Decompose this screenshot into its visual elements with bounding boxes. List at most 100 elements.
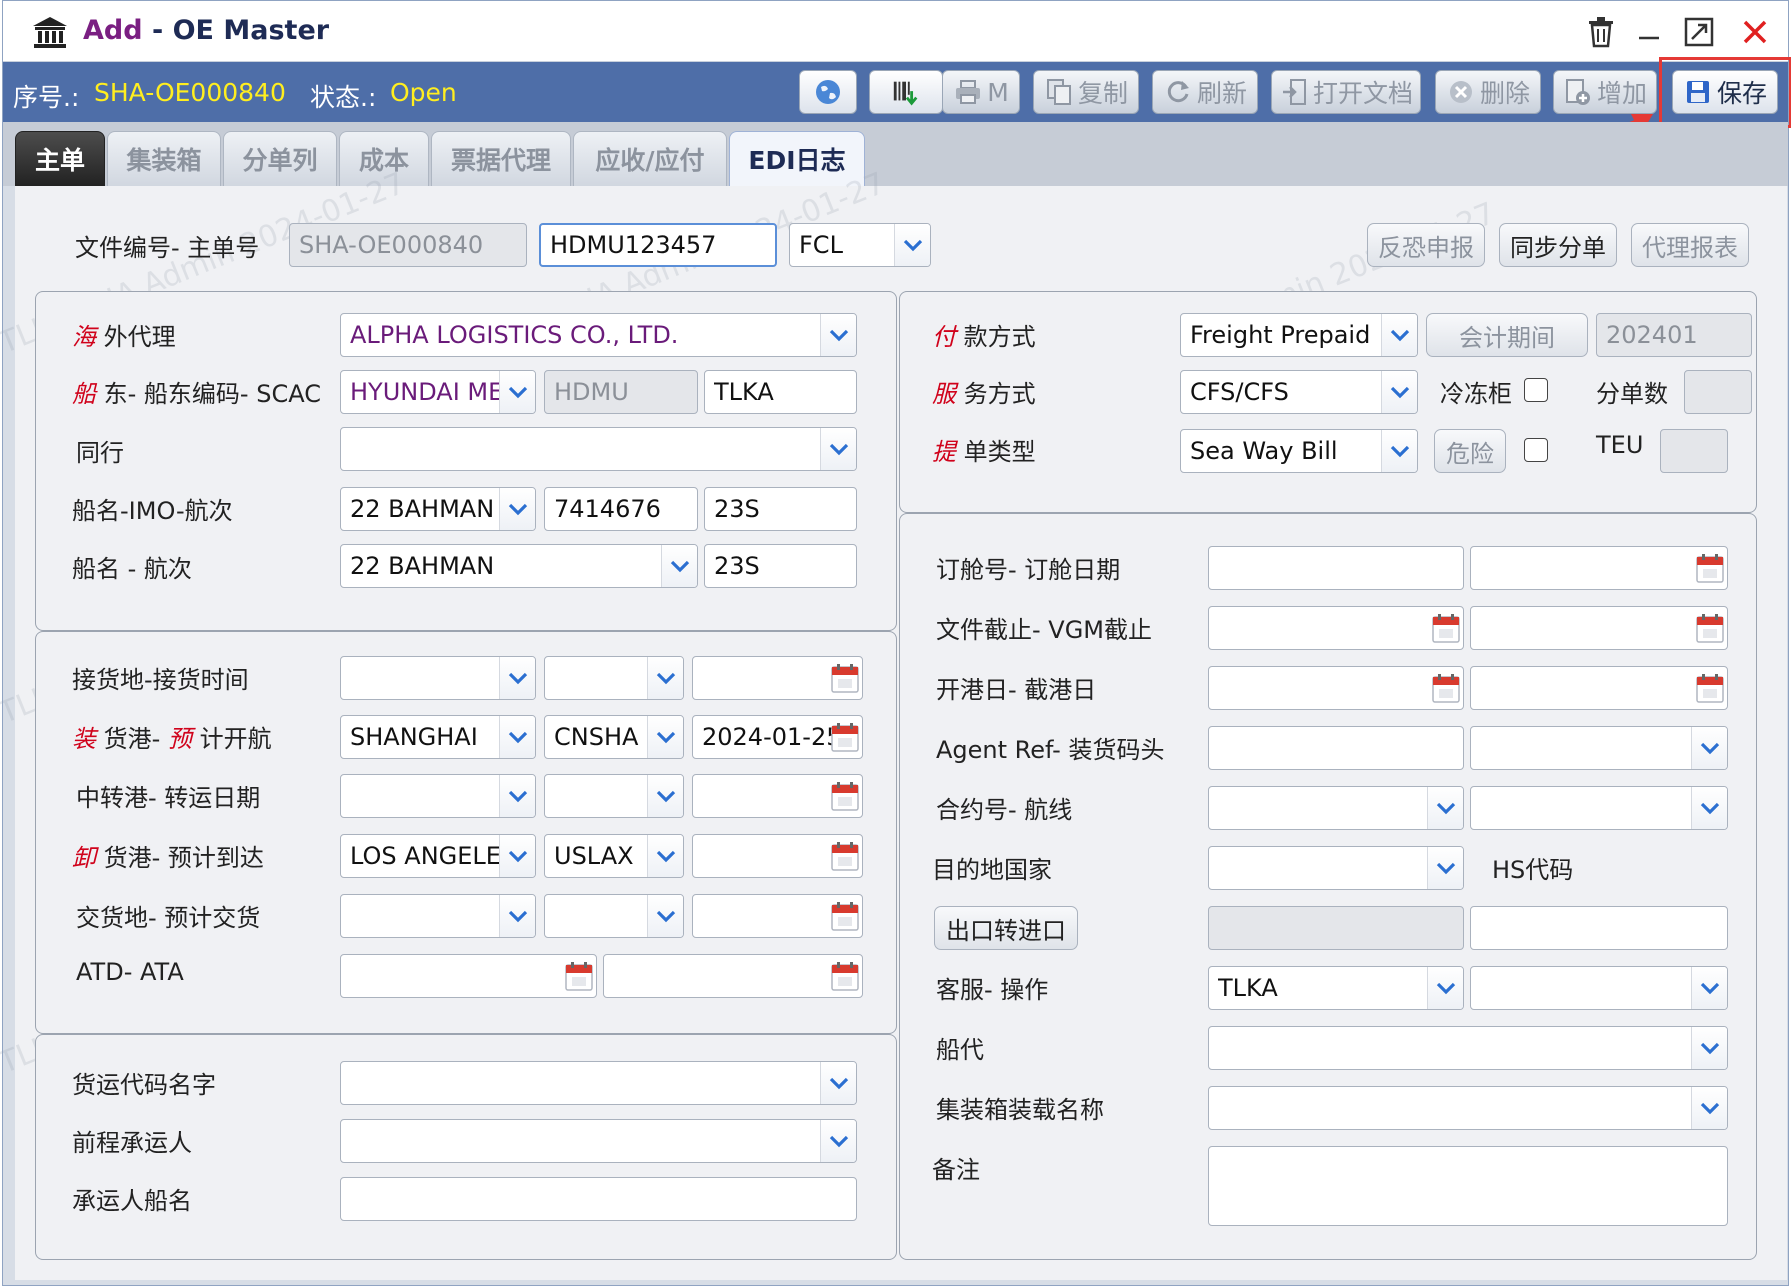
carrier-select[interactable]: HYUNDAI MERCHANT MARINE — [340, 370, 536, 414]
chevron-down-icon[interactable] — [647, 835, 683, 877]
tab-edi-log[interactable]: EDI日志 — [729, 131, 865, 186]
transship-port-select[interactable] — [340, 774, 536, 818]
delivery-date-input[interactable] — [692, 894, 863, 938]
calendar-icon[interactable] — [831, 722, 859, 752]
calendar-icon[interactable] — [831, 961, 859, 991]
calendar-icon[interactable] — [1432, 613, 1460, 643]
close-icon[interactable] — [1735, 13, 1775, 51]
discharge-code-select[interactable]: USLAX — [544, 834, 684, 878]
chevron-down-icon[interactable] — [647, 775, 683, 817]
chevron-down-icon[interactable] — [499, 371, 535, 413]
calendar-icon[interactable] — [1696, 553, 1724, 583]
operator-select[interactable] — [1470, 966, 1728, 1010]
chevron-down-icon[interactable] — [1427, 967, 1463, 1009]
port-close-input[interactable] — [1470, 666, 1728, 710]
transship-date-input[interactable] — [692, 774, 863, 818]
calendar-icon[interactable] — [1696, 613, 1724, 643]
tab-bill-agent[interactable]: 票据代理 — [431, 131, 571, 186]
copy-button[interactable]: 复制 — [1033, 70, 1139, 114]
agent-ref-input[interactable] — [1208, 726, 1464, 770]
vgm-cutoff-input[interactable] — [1470, 606, 1728, 650]
calendar-icon[interactable] — [831, 901, 859, 931]
chevron-down-icon[interactable] — [499, 895, 535, 937]
ship-agent-select[interactable] — [1208, 1026, 1728, 1070]
receipt-date-input[interactable] — [692, 656, 863, 700]
loading-terminal-select[interactable] — [1470, 726, 1728, 770]
vessel-select[interactable]: 22 BAHMAN — [340, 487, 536, 531]
bl-type-select[interactable]: Sea Way Bill — [1180, 429, 1418, 473]
calendar-icon[interactable] — [565, 961, 593, 991]
container-loading-select[interactable] — [1208, 1086, 1728, 1130]
tab-ar-ap[interactable]: 应收/应付 — [573, 131, 727, 186]
calendar-icon[interactable] — [831, 781, 859, 811]
chevron-down-icon[interactable] — [1691, 1027, 1727, 1069]
chevron-down-icon[interactable] — [499, 657, 535, 699]
voyage-input[interactable]: 23S — [704, 487, 857, 531]
chevron-down-icon[interactable] — [1691, 787, 1727, 829]
receipt-place-select[interactable] — [340, 656, 536, 700]
transship-code-select[interactable] — [544, 774, 684, 818]
hs-code-input[interactable] — [1470, 906, 1728, 950]
remarks-textarea[interactable] — [1208, 1146, 1728, 1226]
reefer-checkbox[interactable] — [1524, 378, 1548, 402]
chevron-down-icon[interactable] — [820, 1120, 856, 1162]
trash-icon[interactable] — [1581, 13, 1621, 51]
agent-report-button[interactable]: 代理报表 — [1631, 223, 1749, 267]
export-to-import-button[interactable]: 出口转进口 — [934, 906, 1078, 950]
chevron-down-icon[interactable] — [1381, 430, 1417, 472]
tab-containers[interactable]: 集装箱 — [107, 131, 221, 186]
scac-input[interactable]: TLKA — [704, 370, 857, 414]
anti-terror-button[interactable]: 反恐申报 — [1367, 223, 1485, 267]
dest-country-select[interactable] — [1208, 846, 1464, 890]
discharge-port-select[interactable]: LOS ANGELES — [340, 834, 536, 878]
chevron-down-icon[interactable] — [1381, 314, 1417, 356]
refresh-button[interactable]: 刷新 — [1152, 70, 1258, 114]
master-no-input[interactable]: HDMU123457 — [539, 223, 777, 267]
carrier-vessel-input[interactable] — [340, 1177, 857, 1221]
tab-cost[interactable]: 成本 — [339, 131, 429, 186]
chevron-down-icon[interactable] — [1691, 727, 1727, 769]
chevron-down-icon[interactable] — [820, 314, 856, 356]
chevron-down-icon[interactable] — [661, 545, 697, 587]
chevron-down-icon[interactable] — [1691, 967, 1727, 1009]
overseas-agent-select[interactable]: ALPHA LOGISTICS CO., LTD. — [340, 313, 857, 357]
calendar-icon[interactable] — [831, 841, 859, 871]
chevron-down-icon[interactable] — [894, 224, 930, 266]
export-button[interactable] — [869, 70, 943, 114]
chevron-down-icon[interactable] — [647, 657, 683, 699]
chevron-down-icon[interactable] — [499, 488, 535, 530]
web-button[interactable] — [799, 70, 857, 114]
delivery-place-select[interactable] — [340, 894, 536, 938]
chevron-down-icon[interactable] — [647, 716, 683, 758]
pre-carrier-select[interactable] — [340, 1119, 857, 1163]
vessel-name-select[interactable]: 22 BAHMAN — [340, 544, 698, 588]
tab-house-list[interactable]: 分单列 — [223, 131, 337, 186]
service-select[interactable]: CFS/CFS — [1180, 370, 1418, 414]
atd-input[interactable] — [340, 954, 597, 998]
sync-house-button[interactable]: 同步分单 — [1499, 223, 1617, 267]
chevron-down-icon[interactable] — [499, 775, 535, 817]
minimize-icon[interactable] — [1629, 13, 1669, 51]
etd-input[interactable]: 2024-01-25 — [692, 715, 863, 759]
voyage-2-input[interactable]: 23S — [704, 544, 857, 588]
chevron-down-icon[interactable] — [1691, 1087, 1727, 1129]
dangerous-checkbox[interactable] — [1524, 438, 1548, 462]
open-document-button[interactable]: 打开文档 — [1271, 70, 1421, 114]
tab-master[interactable]: 主单 — [15, 131, 105, 186]
chevron-down-icon[interactable] — [820, 1062, 856, 1104]
port-open-input[interactable] — [1208, 666, 1464, 710]
load-type-select[interactable]: FCL — [789, 223, 931, 267]
accounting-period-button[interactable]: 会计期间 — [1426, 313, 1588, 357]
imo-input[interactable]: 7414676 — [544, 487, 698, 531]
customer-service-select[interactable]: TLKA — [1208, 966, 1464, 1010]
chevron-down-icon[interactable] — [1427, 847, 1463, 889]
dangerous-button[interactable]: 危险 — [1434, 429, 1506, 473]
chevron-down-icon[interactable] — [1427, 787, 1463, 829]
eta-input[interactable] — [692, 834, 863, 878]
chevron-down-icon[interactable] — [1381, 371, 1417, 413]
forwarder-code-select[interactable] — [340, 1061, 857, 1105]
ata-input[interactable] — [603, 954, 863, 998]
loading-code-select[interactable]: CNSHA — [544, 715, 684, 759]
chevron-down-icon[interactable] — [820, 428, 856, 470]
receipt-code-select[interactable] — [544, 656, 684, 700]
